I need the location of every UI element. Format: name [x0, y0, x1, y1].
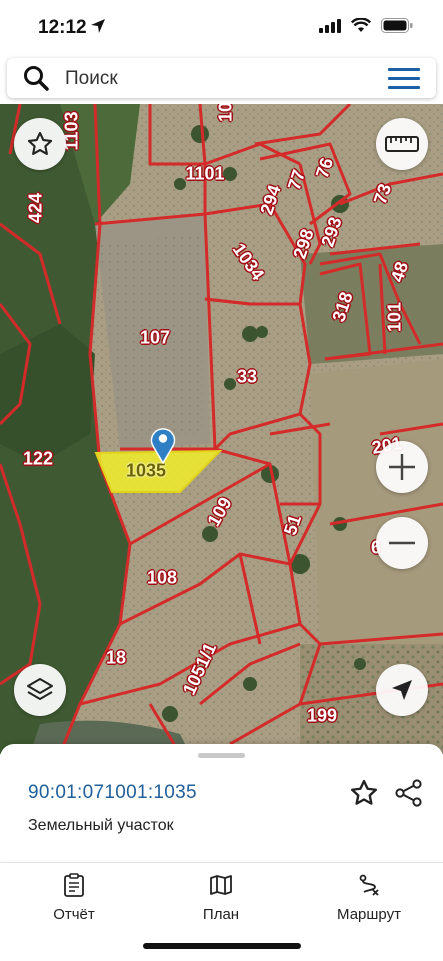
tab-report-label: Отчёт	[53, 906, 95, 923]
navigation-arrow-icon	[392, 680, 412, 700]
minus-icon	[389, 541, 415, 545]
parcel-label-199[interactable]: 199	[307, 706, 337, 727]
map-icon	[210, 875, 232, 895]
tab-plan[interactable]: План	[161, 873, 281, 923]
parcel-label-10[interactable]: 10	[216, 104, 237, 122]
plus-icon	[389, 454, 415, 480]
zoom-out-button[interactable]	[376, 517, 428, 569]
parcel-label-108[interactable]: 108	[147, 568, 177, 589]
status-time: 12:12	[38, 17, 87, 38]
parcel-label-122[interactable]: 122	[23, 449, 53, 470]
parcel-label-107[interactable]: 107	[140, 328, 170, 349]
star-icon	[27, 131, 53, 155]
parcel-label-318[interactable]: 318	[328, 289, 357, 324]
status-icons	[319, 18, 413, 33]
ruler-icon	[385, 136, 419, 152]
parcel-label-1101[interactable]: 1101	[185, 164, 224, 185]
parcel-label-424[interactable]: 424	[26, 193, 47, 223]
search-input[interactable]: Поиск	[65, 68, 118, 90]
ruler-button[interactable]	[376, 118, 428, 170]
search-bar[interactable]: Поиск	[7, 58, 436, 98]
status-bar: 12:12	[0, 0, 443, 56]
zoom-in-button[interactable]	[376, 441, 428, 493]
tab-report[interactable]: Отчёт	[14, 873, 134, 923]
clipboard-icon	[64, 873, 84, 897]
my-location-button[interactable]	[376, 664, 428, 716]
parcel-label-298[interactable]: 298	[289, 226, 318, 261]
tab-route[interactable]: Маршрут	[309, 873, 429, 923]
tab-route-label: Маршрут	[337, 906, 401, 923]
cadastral-map[interactable]: 1101 77 76 294 73 293 298 1034 48 318 101 107 33 424 1…	[0, 104, 443, 754]
parcel-label-76[interactable]: 76	[312, 155, 338, 181]
route-icon	[359, 874, 379, 896]
object-type: Земельный участок	[28, 817, 174, 834]
sheet-drag-handle[interactable]	[198, 753, 245, 758]
cellular-signal-icon	[319, 18, 341, 33]
parcel-label-109[interactable]: 109	[203, 494, 236, 531]
parcel-label-101[interactable]: 101	[385, 302, 406, 332]
parcel-label-51[interactable]: 51	[280, 512, 306, 538]
favorite-map-button[interactable]	[14, 118, 66, 170]
favorite-button[interactable]	[349, 778, 379, 813]
star-icon	[350, 779, 378, 805]
parcel-info-sheet[interactable]: 90:01:071001:1035 Земельный участок	[0, 744, 443, 860]
battery-icon	[381, 18, 413, 33]
parcel-label-1051-1[interactable]: 1051/1	[179, 640, 221, 699]
share-button[interactable]	[394, 778, 424, 813]
share-icon	[395, 779, 422, 807]
parcel-label-layer: 1101 77 76 294 73 293 298 1034 48 318 101 107 33 424 1…	[0, 104, 443, 754]
location-pin-icon	[150, 428, 176, 464]
parcel-label-18[interactable]: 18	[106, 648, 126, 669]
location-arrow-icon	[90, 18, 106, 39]
parcel-label-33[interactable]: 33	[237, 367, 257, 388]
parcel-label-48[interactable]: 48	[387, 259, 413, 285]
layers-icon	[27, 678, 53, 700]
tab-plan-label: План	[202, 906, 240, 923]
layers-button[interactable]	[14, 664, 66, 716]
search-icon[interactable]	[23, 65, 49, 96]
cadastral-number[interactable]: 90:01:071001:1035	[28, 782, 197, 804]
parcel-label-293[interactable]: 293	[317, 214, 346, 249]
parcel-label-294[interactable]: 294	[256, 182, 285, 217]
parcel-label-73[interactable]: 73	[370, 181, 396, 207]
parcel-label-77[interactable]: 77	[284, 167, 310, 193]
home-indicator[interactable]	[143, 943, 301, 949]
wifi-icon	[351, 18, 371, 32]
parcel-label-1034[interactable]: 1034	[228, 240, 268, 285]
menu-icon[interactable]	[388, 68, 420, 90]
